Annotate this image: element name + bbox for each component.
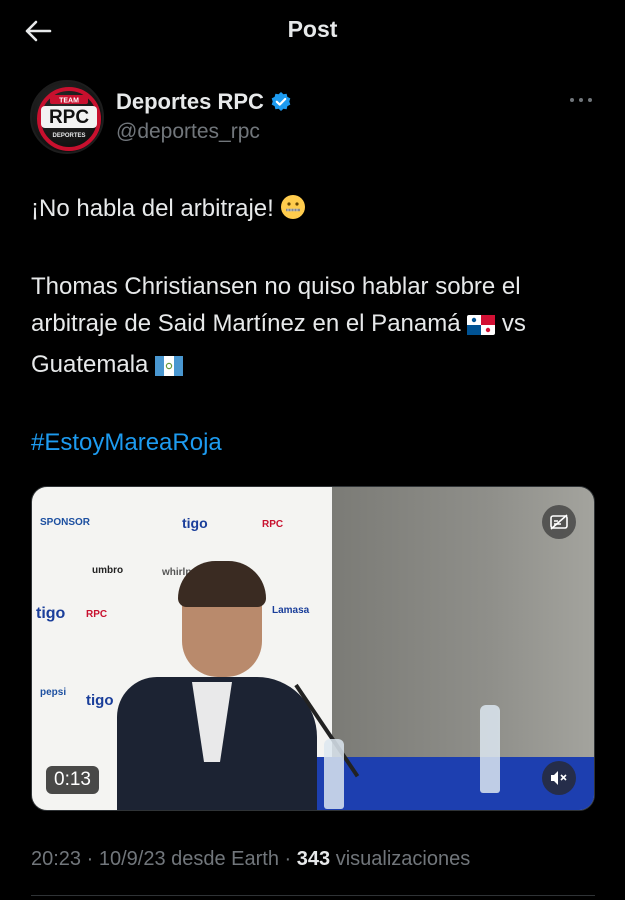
post-date[interactable]: 10/9/23 bbox=[99, 848, 166, 870]
top-bar: Post bbox=[0, 0, 625, 62]
more-options-icon[interactable] bbox=[567, 90, 595, 110]
page-title: Post bbox=[287, 16, 338, 42]
views-count[interactable]: 343 bbox=[297, 848, 330, 870]
hashtag-link[interactable]: #EstoyMareaRoja bbox=[31, 429, 222, 456]
no-captions-icon[interactable] bbox=[542, 505, 576, 539]
guatemala-flag-icon bbox=[155, 350, 184, 387]
water-bottle-right bbox=[480, 705, 500, 793]
panama-flag-icon bbox=[467, 309, 496, 346]
avatar[interactable]: TEAM RPC DEPORTES bbox=[30, 80, 104, 154]
zipper-mouth-face-icon bbox=[280, 194, 306, 231]
tweet-vs-text: vs bbox=[501, 310, 526, 337]
video-duration: 0:13 bbox=[46, 766, 99, 794]
meta-separator: · bbox=[81, 848, 99, 870]
muted-speaker-icon[interactable] bbox=[542, 761, 576, 795]
tweet-body: ¡No habla del arbitraje! Thomas Christia… bbox=[31, 190, 601, 461]
avatar-team-text: TEAM bbox=[59, 98, 79, 105]
tweet-headline: ¡No habla del arbitraje! bbox=[31, 195, 274, 222]
post-source: desde Earth bbox=[165, 848, 279, 870]
author-handle[interactable]: @deportes_rpc bbox=[116, 120, 260, 144]
video-player[interactable]: SPONSOR tigo RPC umbro whirlpool tigo RP… bbox=[31, 486, 595, 811]
avatar-sub-text: DEPORTES bbox=[52, 133, 85, 139]
post-time[interactable]: 20:23 bbox=[31, 848, 81, 870]
tweet-paragraph: Thomas Christiansen no quiso hablar sobr… bbox=[31, 273, 521, 337]
meta-separator: · bbox=[279, 848, 297, 870]
author-name-row: Deportes RPC bbox=[116, 89, 292, 115]
post-metadata: 20:23 · 10/9/23 desde Earth · 343 visual… bbox=[31, 848, 470, 871]
water-bottle-left bbox=[324, 739, 344, 809]
author-name[interactable]: Deportes RPC bbox=[116, 89, 264, 115]
verified-badge-icon bbox=[270, 91, 292, 113]
avatar-brand-text: RPC bbox=[49, 107, 89, 128]
views-label: visualizaciones bbox=[330, 848, 471, 870]
divider bbox=[31, 895, 595, 896]
tweet-country-text: Guatemala bbox=[31, 351, 149, 378]
